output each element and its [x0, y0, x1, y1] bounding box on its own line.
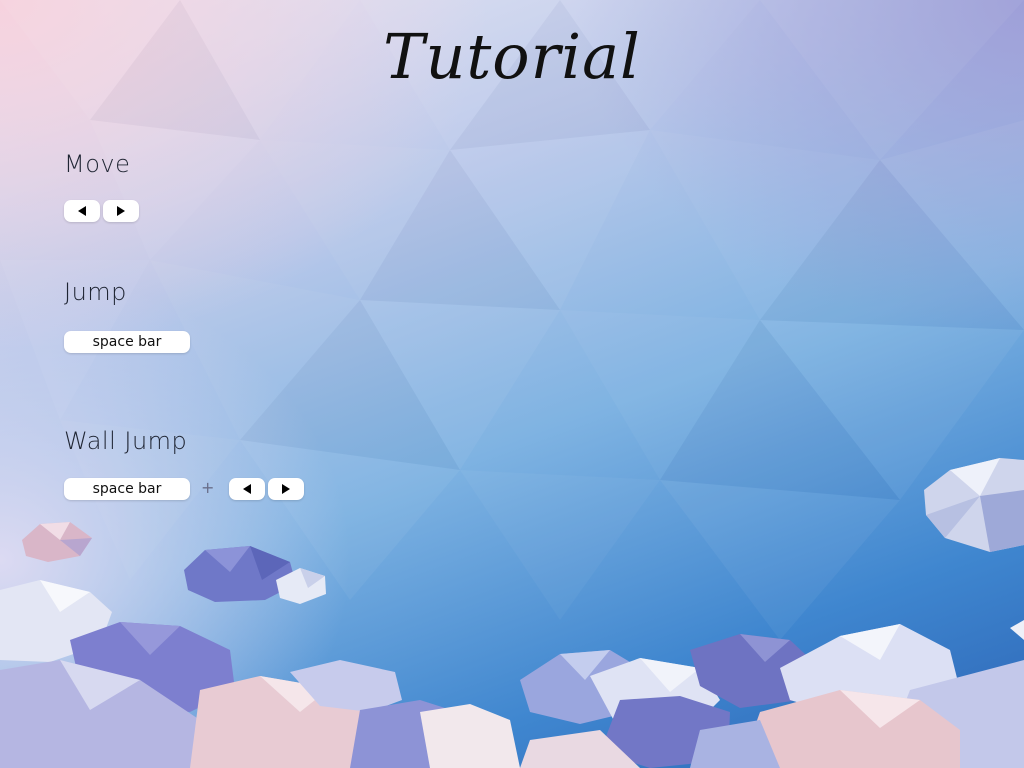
- low-poly-background: [0, 0, 1024, 640]
- arrow-left-key: [64, 200, 100, 222]
- arrow-right-key: [103, 200, 139, 222]
- arrow-left-icon: [243, 484, 251, 494]
- wall-jump-space-bar-key: space bar: [64, 478, 190, 500]
- arrow-right-icon: [117, 206, 125, 216]
- move-label: Move: [64, 150, 131, 178]
- wall-jump-label: Wall Jump: [64, 427, 188, 455]
- arrow-right-icon: [282, 484, 290, 494]
- page-title: Tutorial: [383, 20, 641, 93]
- arrow-left-icon: [78, 206, 86, 216]
- space-bar-key: space bar: [64, 331, 190, 353]
- plus-sign: +: [201, 478, 215, 497]
- wall-jump-arrow-left-key: [229, 478, 265, 500]
- wall-jump-arrow-right-key: [268, 478, 304, 500]
- jump-label: Jump: [64, 278, 127, 306]
